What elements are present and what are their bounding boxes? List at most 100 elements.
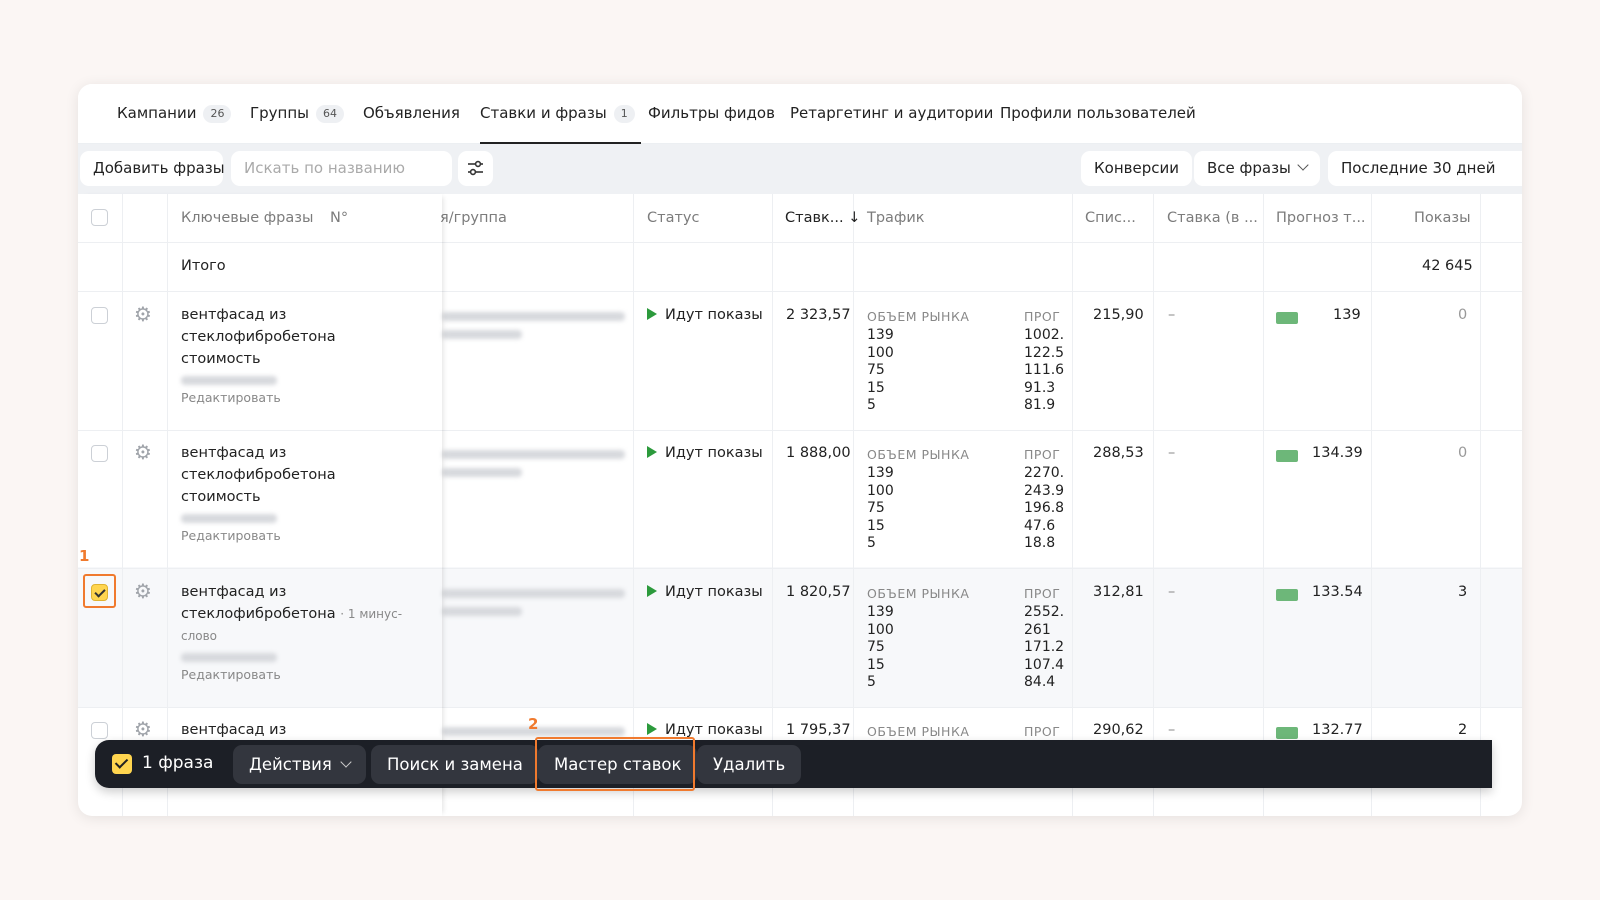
forecast-bar bbox=[1276, 312, 1298, 324]
total-impressions: 42 645 bbox=[1422, 258, 1473, 274]
col-charge[interactable]: Спис... bbox=[1085, 210, 1136, 226]
col-forecast[interactable]: Прогноз т... bbox=[1276, 210, 1366, 226]
phrase-line: вентфасад из стеклофибробетона · 1 минус… bbox=[181, 581, 421, 647]
col-number[interactable]: N° bbox=[330, 210, 348, 226]
phrase-cell: вентфасад из стеклофибробетона · 1 минус… bbox=[181, 581, 421, 686]
col-campaign-group[interactable]: я/группа bbox=[440, 210, 507, 226]
edit-link[interactable]: Редактировать bbox=[181, 387, 421, 409]
group-name-blurred bbox=[442, 589, 625, 598]
forecast-cell: 139 bbox=[1333, 307, 1361, 323]
charge-cell: 215,90 bbox=[1093, 307, 1144, 323]
bid-cell[interactable]: 1 888,00 bbox=[786, 445, 851, 461]
forecast-cell: 134.39 bbox=[1312, 445, 1363, 461]
status-cell: Идут показы bbox=[647, 307, 763, 323]
group-id-blurred bbox=[442, 468, 522, 477]
charge-cell: 290,62 bbox=[1093, 722, 1144, 738]
phrase-text: вентфасад из bbox=[181, 722, 287, 738]
phrase-id-blurred bbox=[181, 376, 277, 385]
tab-ads[interactable]: Объявления bbox=[363, 100, 460, 126]
row-checkbox[interactable] bbox=[91, 307, 108, 324]
edit-link[interactable]: Редактировать bbox=[181, 664, 421, 686]
search-input[interactable]: Искать по названию bbox=[231, 151, 452, 186]
play-icon bbox=[647, 308, 657, 320]
traffic-market: ОБЪЕМ РЫНКА 139 100 75 15 5 bbox=[867, 586, 970, 690]
phrase-id-blurred bbox=[181, 514, 277, 523]
group-name-blurred bbox=[442, 312, 625, 321]
impressions-cell: 3 bbox=[1458, 584, 1468, 600]
forecast-cell: 133.54 bbox=[1312, 584, 1363, 600]
delete-button[interactable]: Удалить bbox=[697, 745, 802, 784]
status-cell: Идут показы bbox=[647, 445, 763, 461]
tab-user-profiles[interactable]: Профили пользователей bbox=[1000, 100, 1196, 126]
phrase-text: вентфасад из стеклофибробетона стоимость bbox=[181, 307, 336, 367]
col-phrases[interactable]: Ключевые фразы bbox=[181, 210, 313, 226]
all-phrases-dropdown[interactable]: Все фразы bbox=[1194, 151, 1320, 186]
bulk-action-bar: 1 фраза Действия Поиск и замена Мастер с… bbox=[95, 740, 1492, 788]
group-id-blurred bbox=[442, 330, 522, 339]
col-impressions[interactable]: Показы bbox=[1414, 210, 1471, 226]
annotation-box-checkbox bbox=[83, 574, 116, 608]
traffic-forecast: ПРОГ 1002. 122.5 111.6 91.3 81.9 bbox=[1024, 309, 1065, 413]
tab-bar: Кампании 26 Группы 64 Объявления Ставки и … bbox=[78, 84, 1522, 144]
row-checkbox[interactable] bbox=[91, 445, 108, 462]
impressions-cell: 0 bbox=[1458, 307, 1468, 323]
bid-net-cell: – bbox=[1168, 307, 1176, 323]
forecast-cell: 132.77 bbox=[1312, 722, 1363, 738]
col-status[interactable]: Статус bbox=[647, 210, 699, 226]
group-name-blurred bbox=[442, 450, 625, 459]
bid-cell[interactable]: 1 795,37 bbox=[786, 722, 851, 738]
phrases-table: Ключевые фразы N° я/группа Статус Ставк.… bbox=[78, 194, 1522, 816]
bid-net-cell: – bbox=[1168, 722, 1176, 738]
bid-net-cell: – bbox=[1168, 584, 1176, 600]
annotation-box-bid-master bbox=[535, 737, 695, 791]
tab-count: 1 bbox=[613, 105, 635, 123]
annotation-number-1: 1 bbox=[79, 547, 90, 565]
col-bid[interactable]: Ставк... ↓ bbox=[785, 210, 860, 226]
phrase-text: вентфасад из стеклофибробетона bbox=[181, 584, 336, 622]
actions-dropdown[interactable]: Действия bbox=[233, 745, 366, 784]
sliders-icon bbox=[468, 160, 483, 176]
bid-net-cell: – bbox=[1168, 445, 1176, 461]
play-icon bbox=[647, 723, 657, 735]
gear-icon[interactable]: ⚙ bbox=[134, 581, 152, 601]
traffic-forecast: ПРОГ bbox=[1024, 724, 1061, 739]
search-replace-button[interactable]: Поиск и замена bbox=[371, 745, 539, 784]
tab-groups[interactable]: Группы 64 bbox=[250, 100, 345, 126]
col-traffic[interactable]: Трафик bbox=[867, 210, 925, 226]
tab-bids-phrases[interactable]: Ставки и фразы 1 bbox=[480, 100, 641, 144]
conversions-button[interactable]: Конверсии bbox=[1081, 151, 1192, 186]
gear-icon[interactable]: ⚙ bbox=[134, 719, 152, 739]
bid-cell[interactable]: 2 323,57 bbox=[786, 307, 851, 323]
phrase-cell: вентфасад из стеклофибробетона стоимость… bbox=[181, 442, 421, 547]
col-bid-net[interactable]: Ставка (в ... bbox=[1167, 210, 1258, 226]
add-phrases-button[interactable]: Добавить фразы bbox=[80, 151, 225, 186]
tab-feed-filters[interactable]: Фильтры фидов bbox=[648, 100, 775, 126]
gear-icon[interactable]: ⚙ bbox=[134, 442, 152, 462]
selection-checkbox[interactable] bbox=[112, 754, 132, 774]
traffic-market: ОБЪЕМ РЫНКА bbox=[867, 724, 970, 739]
impressions-cell: 0 bbox=[1458, 445, 1468, 461]
period-dropdown[interactable]: Последние 30 дней bbox=[1328, 151, 1522, 186]
forecast-bar bbox=[1276, 589, 1298, 601]
gear-icon[interactable]: ⚙ bbox=[134, 304, 152, 324]
traffic-market: ОБЪЕМ РЫНКА 139 100 75 15 5 bbox=[867, 309, 970, 413]
bid-cell[interactable]: 1 820,57 bbox=[786, 584, 851, 600]
edit-link[interactable]: Редактировать bbox=[181, 525, 421, 547]
impressions-cell: 2 bbox=[1458, 722, 1468, 738]
traffic-forecast: ПРОГ 2270. 243.9 196.8 47.6 18.8 bbox=[1024, 447, 1065, 551]
charge-cell: 312,81 bbox=[1093, 584, 1144, 600]
forecast-bar bbox=[1276, 727, 1298, 739]
row-checkbox[interactable] bbox=[91, 722, 108, 739]
total-label: Итого bbox=[181, 258, 226, 274]
select-all-checkbox[interactable] bbox=[91, 209, 108, 226]
play-icon bbox=[647, 585, 657, 597]
phrase-text: вентфасад из стеклофибробетона стоимость bbox=[181, 445, 336, 505]
tab-campaigns[interactable]: Кампании 26 bbox=[117, 100, 232, 126]
tab-retargeting[interactable]: Ретаргетинг и аудитории bbox=[790, 100, 993, 126]
charge-cell: 288,53 bbox=[1093, 445, 1144, 461]
forecast-bar bbox=[1276, 450, 1298, 462]
toolbar: Добавить фразы Искать по названию Конвер… bbox=[78, 144, 1522, 194]
filter-settings-button[interactable] bbox=[458, 151, 493, 186]
chevron-down-icon bbox=[340, 756, 352, 768]
phrase-id-blurred bbox=[181, 653, 277, 662]
